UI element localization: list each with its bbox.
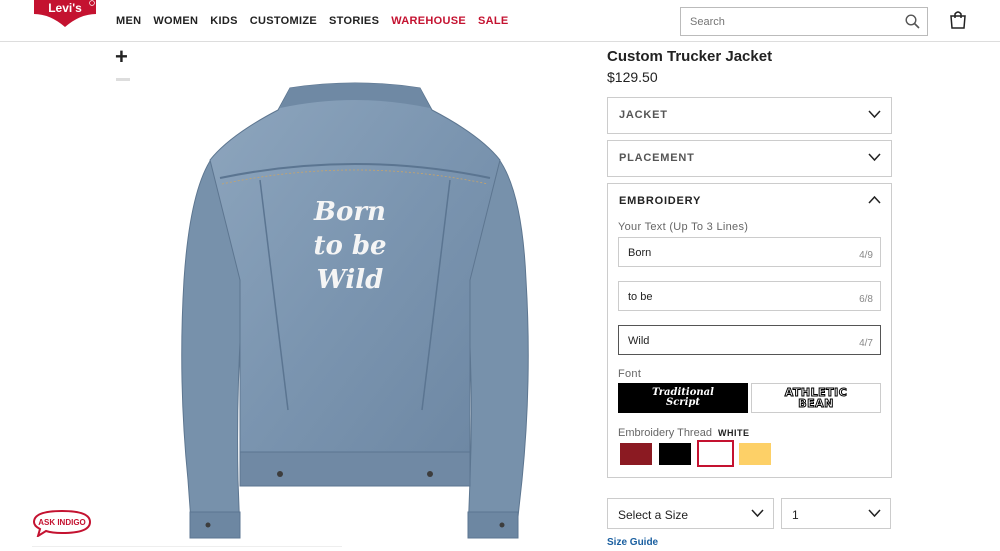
- site-header: Levi's MEN WOMEN KIDS CUSTOMIZE STORIES …: [0, 0, 1000, 42]
- zoom-out-button[interactable]: [116, 78, 130, 81]
- font-option-traditional-script[interactable]: Traditional Script: [618, 383, 748, 413]
- accordion-placement[interactable]: PLACEMENT: [607, 140, 892, 177]
- search-icon[interactable]: [905, 14, 920, 29]
- svg-text:Levi's: Levi's: [48, 1, 82, 15]
- quantity-select[interactable]: 1: [781, 498, 891, 529]
- divider: [32, 546, 342, 547]
- font-option-athletic-bean-label: ATHLETIC BEAN: [784, 386, 848, 410]
- chevron-down-icon: [868, 153, 881, 162]
- thread-swatch-red[interactable]: [620, 443, 652, 465]
- embroidery-line-2-input[interactable]: to be 6/8: [618, 281, 881, 311]
- ask-indigo-chat-button[interactable]: ASK INDIGO: [32, 509, 92, 537]
- accordion-placement-label: PLACEMENT: [619, 152, 695, 164]
- accordion-jacket-label: JACKET: [619, 109, 668, 121]
- font-option-traditional-script-label: Traditional Script: [652, 387, 714, 408]
- quantity-select-value: 1: [792, 508, 799, 522]
- nav-customize[interactable]: CUSTOMIZE: [250, 15, 317, 27]
- zoom-in-button[interactable]: +: [115, 46, 128, 68]
- size-select-value: Select a Size: [618, 508, 689, 522]
- nav-warehouse[interactable]: WAREHOUSE: [391, 15, 466, 27]
- thread-label: Embroidery Thread: [618, 427, 712, 439]
- thread-swatch-black[interactable]: [659, 443, 691, 465]
- accordion-placement-header[interactable]: PLACEMENT: [608, 141, 891, 176]
- chevron-up-icon: [868, 195, 881, 204]
- thread-selected-name: WHITE: [718, 428, 750, 438]
- thread-swatch-gold[interactable]: [739, 443, 771, 465]
- embroidery-line-3-input[interactable]: Wild 4/7: [618, 325, 881, 355]
- embroidery-line-2: to be: [313, 231, 386, 261]
- chevron-down-icon: [868, 509, 881, 518]
- product-title: Custom Trucker Jacket: [607, 48, 773, 65]
- line-1-value: Born: [628, 247, 652, 259]
- line-2-value: to be: [628, 291, 653, 303]
- nav-women[interactable]: WOMEN: [153, 15, 198, 27]
- embroidery-line-1: Born: [313, 197, 386, 227]
- thread-swatch-white[interactable]: [697, 440, 734, 467]
- accordion-jacket[interactable]: JACKET: [607, 97, 892, 134]
- nav-kids[interactable]: KIDS: [210, 15, 237, 27]
- nav-men[interactable]: MEN: [116, 15, 141, 27]
- line-1-count: 4/9: [859, 250, 873, 261]
- size-select[interactable]: Select a Size: [607, 498, 774, 529]
- line-2-count: 6/8: [859, 294, 873, 305]
- main-nav: MEN WOMEN KIDS CUSTOMIZE STORIES WAREHOU…: [116, 15, 521, 27]
- chevron-down-icon: [751, 509, 764, 518]
- nav-stories[interactable]: STORIES: [329, 15, 379, 27]
- embroidery-text-label: Your Text (Up To 3 Lines): [618, 221, 749, 233]
- nav-sale[interactable]: SALE: [478, 15, 509, 27]
- search-input[interactable]: [681, 8, 891, 35]
- font-label: Font: [618, 368, 642, 380]
- accordion-embroidery-header[interactable]: EMBROIDERY: [608, 184, 891, 219]
- accordion-embroidery-label: EMBROIDERY: [619, 195, 702, 207]
- line-3-value: Wild: [628, 335, 650, 347]
- levis-logo[interactable]: Levi's: [32, 0, 98, 30]
- jacket-image: Born to be Wild: [181, 82, 529, 539]
- search-box: [680, 7, 928, 36]
- embroidery-line-1-input[interactable]: Born 4/9: [618, 237, 881, 267]
- accordion-jacket-header[interactable]: JACKET: [608, 98, 891, 133]
- line-3-count: 4/7: [859, 338, 873, 349]
- embroidery-line-3: Wild: [317, 265, 384, 295]
- size-guide-link[interactable]: Size Guide: [607, 537, 658, 548]
- shopping-bag-icon[interactable]: [949, 10, 967, 29]
- product-price: $129.50: [607, 69, 658, 85]
- font-option-athletic-bean[interactable]: ATHLETIC BEAN: [751, 383, 881, 413]
- svg-text:ASK INDIGO: ASK INDIGO: [38, 518, 86, 527]
- chevron-down-icon: [868, 110, 881, 119]
